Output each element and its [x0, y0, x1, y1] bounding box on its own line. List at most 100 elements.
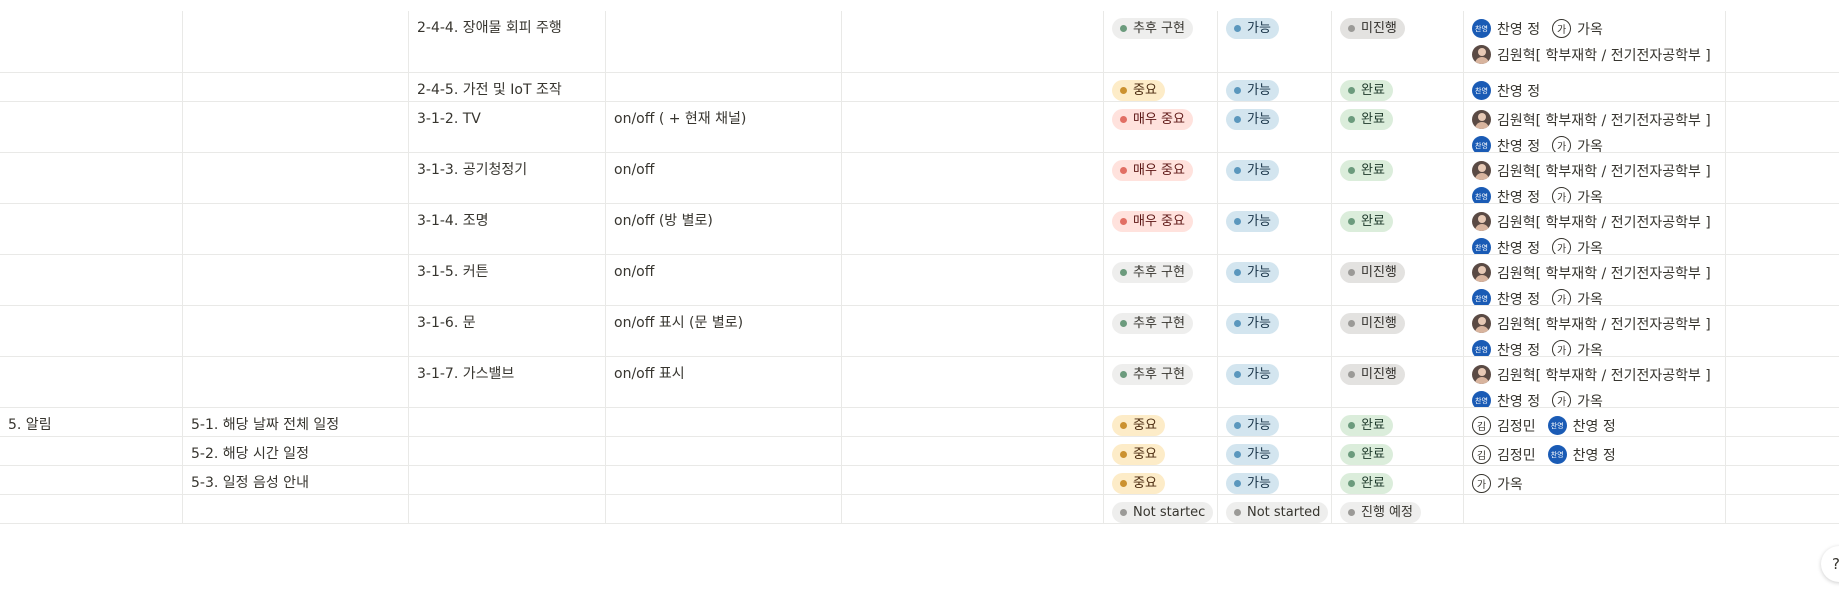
priority-cell[interactable]: 매우 중요	[1104, 153, 1218, 203]
detail-cell[interactable]	[606, 11, 842, 72]
status-tag[interactable]: 완료	[1340, 80, 1393, 101]
category-cell[interactable]	[0, 466, 183, 494]
table-row[interactable]: 2-4-4. 장애물 회피 주행 추후 구현 가능 미진행 찬영 찬영 정 가 가옥 김원혁[ …	[0, 11, 1839, 73]
assignee-chip[interactable]: 김원혁[ 학부재학 / 전기전자공학부 ]	[1472, 212, 1711, 232]
table-row[interactable]: 5-2. 해당 시간 일정 중요 가능 완료 김 김정민 찬영 찬영 정	[0, 437, 1839, 466]
table-row[interactable]: 3-1-7. 가스밸브 on/off 표시 추후 구현 가능 미진행 김원혁[ 학부재학 …	[0, 357, 1839, 408]
status-tag[interactable]: 미진행	[1340, 18, 1405, 39]
feasibility-cell[interactable]: 가능	[1218, 204, 1332, 254]
priority-tag[interactable]: 중요	[1112, 415, 1165, 436]
priority-tag[interactable]: 추후 구현	[1112, 313, 1193, 334]
status-cell[interactable]: 미진행	[1332, 357, 1464, 407]
priority-cell[interactable]: 추후 구현	[1104, 11, 1218, 72]
assignee-cell[interactable]: 김 김정민 찬영 찬영 정	[1464, 408, 1726, 436]
assignee-chip[interactable]: 찬영 찬영 정	[1472, 289, 1540, 305]
assignee-chip[interactable]: 찬영 찬영 정	[1472, 81, 1540, 101]
empty-cell[interactable]	[1726, 306, 1839, 356]
priority-cell[interactable]: 매우 중요	[1104, 204, 1218, 254]
table-row[interactable]: 5-3. 일정 음성 안내 중요 가능 완료 가 가옥	[0, 466, 1839, 495]
empty-cell[interactable]	[1726, 102, 1839, 152]
feasibility-cell[interactable]: 가능	[1218, 11, 1332, 72]
subcategory-cell[interactable]	[183, 495, 409, 523]
feature-cell[interactable]	[409, 466, 606, 494]
feasibility-cell[interactable]: 가능	[1218, 73, 1332, 101]
detail-cell[interactable]: on/off	[606, 153, 842, 203]
detail-cell[interactable]: on/off ( + 현재 채널)	[606, 102, 842, 152]
assignee-chip[interactable]: 김원혁[ 학부재학 / 전기전자공학부 ]	[1472, 161, 1711, 181]
subcategory-cell[interactable]: 5-3. 일정 음성 안내	[183, 466, 409, 494]
feature-cell[interactable]	[409, 408, 606, 436]
feasibility-tag[interactable]: 가능	[1226, 211, 1279, 232]
status-tag[interactable]: 미진행	[1340, 364, 1405, 385]
priority-tag[interactable]: 매우 중요	[1112, 160, 1193, 181]
priority-tag[interactable]: 중요	[1112, 80, 1165, 101]
feature-cell[interactable]: 2-4-4. 장애물 회피 주행	[409, 11, 606, 72]
assignee-chip[interactable]: 김원혁[ 학부재학 / 전기전자공학부 ]	[1472, 365, 1711, 385]
subcategory-cell[interactable]	[183, 306, 409, 356]
assignee-chip[interactable]: 김원혁[ 학부재학 / 전기전자공학부 ]	[1472, 110, 1711, 130]
empty-cell[interactable]	[842, 408, 1104, 436]
feature-cell[interactable]: 3-1-4. 조명	[409, 204, 606, 254]
status-cell[interactable]: 완료	[1332, 466, 1464, 494]
assignee-chip[interactable]: 찬영 찬영 정	[1472, 187, 1540, 203]
category-cell[interactable]	[0, 204, 183, 254]
priority-tag[interactable]: 추후 구현	[1112, 364, 1193, 385]
empty-cell[interactable]	[842, 153, 1104, 203]
feature-cell[interactable]: 3-1-6. 문	[409, 306, 606, 356]
empty-cell[interactable]	[1726, 495, 1839, 523]
feasibility-tag[interactable]: 가능	[1226, 415, 1279, 436]
assignee-chip[interactable]: 찬영 찬영 정	[1472, 391, 1540, 407]
status-cell[interactable]: 완료	[1332, 437, 1464, 465]
status-tag[interactable]: 미진행	[1340, 262, 1405, 283]
empty-cell[interactable]	[1726, 466, 1839, 494]
assignee-chip[interactable]: 찬영 찬영 정	[1547, 445, 1616, 465]
assignee-chip[interactable]: 가 가옥	[1552, 238, 1603, 254]
feasibility-tag[interactable]: 가능	[1226, 473, 1279, 494]
table-row[interactable]: 2-4-5. 가전 및 IoT 조작 중요 가능 완료 찬영 찬영 정	[0, 73, 1839, 102]
assignee-chip[interactable]: 가 가옥	[1552, 340, 1603, 356]
priority-cell[interactable]: 추후 구현	[1104, 255, 1218, 305]
table-row[interactable]: Not startec Not started 진행 예정	[0, 495, 1839, 524]
feasibility-tag[interactable]: 가능	[1226, 364, 1279, 385]
assignee-chip[interactable]: 찬영 찬영 정	[1472, 238, 1540, 254]
priority-cell[interactable]: 추후 구현	[1104, 306, 1218, 356]
status-tag[interactable]: 완료	[1340, 444, 1393, 465]
category-cell[interactable]	[0, 306, 183, 356]
assignee-chip[interactable]: 찬영 찬영 정	[1472, 136, 1540, 152]
assignee-cell[interactable]: 김원혁[ 학부재학 / 전기전자공학부 ] 찬영 찬영 정 가 가옥	[1464, 204, 1726, 254]
feasibility-cell[interactable]: 가능	[1218, 306, 1332, 356]
empty-cell[interactable]	[842, 306, 1104, 356]
priority-tag[interactable]: Not startec	[1112, 502, 1214, 523]
assignee-chip[interactable]: 찬영 찬영 정	[1472, 340, 1540, 356]
detail-cell[interactable]: on/off 표시 (문 별로)	[606, 306, 842, 356]
assignee-cell[interactable]: 김원혁[ 학부재학 / 전기전자공학부 ] 찬영 찬영 정 가 가옥	[1464, 255, 1726, 305]
subcategory-cell[interactable]: 5-1. 해당 날짜 전체 일정	[183, 408, 409, 436]
assignee-chip[interactable]: 가 가옥	[1552, 19, 1603, 39]
assignee-chip[interactable]: 김원혁[ 학부재학 / 전기전자공학부 ]	[1472, 45, 1711, 65]
assignee-chip[interactable]: 김원혁[ 학부재학 / 전기전자공학부 ]	[1472, 263, 1711, 283]
status-tag[interactable]: 완료	[1340, 473, 1393, 494]
empty-cell[interactable]	[842, 11, 1104, 72]
subcategory-cell[interactable]	[183, 153, 409, 203]
feasibility-cell[interactable]: 가능	[1218, 153, 1332, 203]
table-row[interactable]: 3-1-4. 조명 on/off (방 별로) 매우 중요 가능 완료 김원혁[ 학부재학…	[0, 204, 1839, 255]
feasibility-cell[interactable]: 가능	[1218, 437, 1332, 465]
assignee-cell[interactable]: 가 가옥	[1464, 466, 1726, 494]
assignee-chip[interactable]: 김원혁[ 학부재학 / 전기전자공학부 ]	[1472, 314, 1711, 334]
detail-cell[interactable]	[606, 73, 842, 101]
subcategory-cell[interactable]	[183, 204, 409, 254]
priority-tag[interactable]: 매우 중요	[1112, 109, 1193, 130]
subcategory-cell[interactable]	[183, 11, 409, 72]
feasibility-cell[interactable]: 가능	[1218, 357, 1332, 407]
priority-cell[interactable]: 중요	[1104, 437, 1218, 465]
detail-cell[interactable]: on/off 표시	[606, 357, 842, 407]
priority-cell[interactable]: 추후 구현	[1104, 357, 1218, 407]
empty-cell[interactable]	[1726, 408, 1839, 436]
help-button[interactable]: ?	[1821, 546, 1839, 582]
feature-cell[interactable]	[409, 495, 606, 523]
empty-cell[interactable]	[1726, 255, 1839, 305]
feasibility-tag[interactable]: 가능	[1226, 80, 1279, 101]
feature-cell[interactable]	[409, 437, 606, 465]
feasibility-cell[interactable]: 가능	[1218, 408, 1332, 436]
feature-cell[interactable]: 3-1-7. 가스밸브	[409, 357, 606, 407]
